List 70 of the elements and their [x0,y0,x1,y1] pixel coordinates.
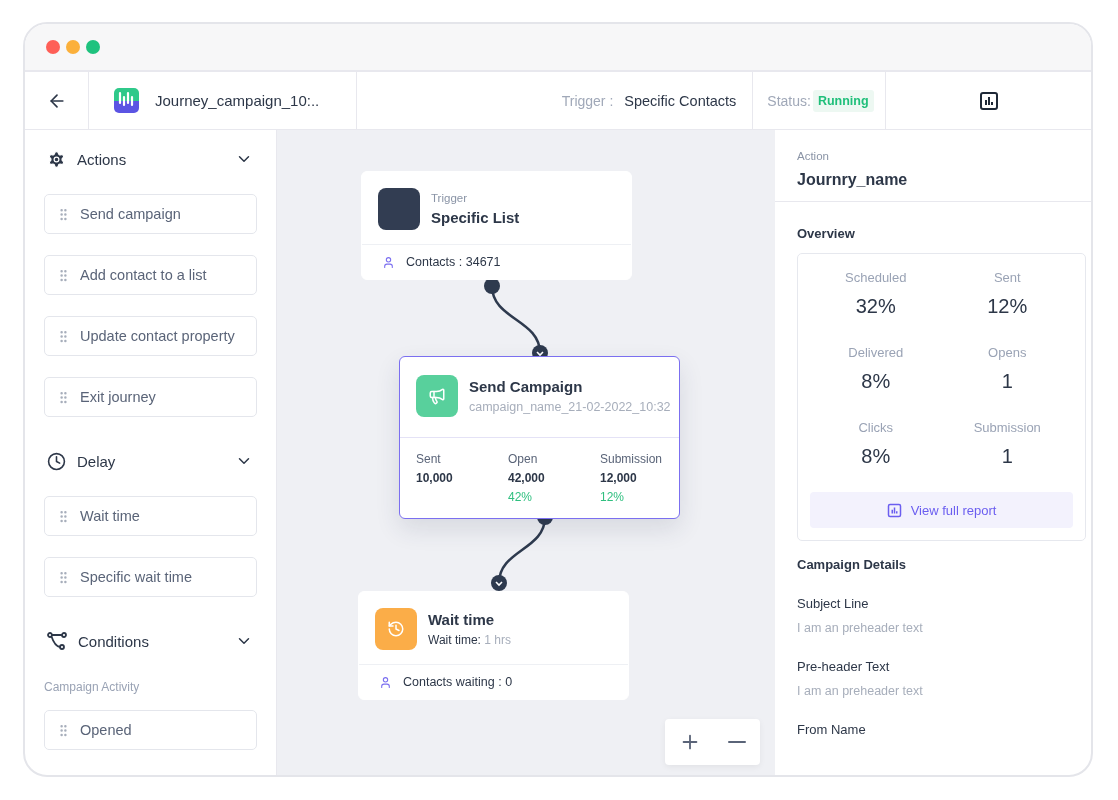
stat-value: 10,000 [416,471,453,485]
overview-heading: Overview [797,226,855,241]
campaign-name: campaign_name_21-02-2022_10:32 [469,400,671,414]
node-title: Send Campaign [469,378,583,395]
metric-value: 8% [861,445,891,468]
stat-rate: 42% [508,490,533,504]
draggable-item[interactable]: Wait time [44,496,257,536]
bar-chart-icon [886,502,902,518]
wait-time-node[interactable]: Wait time Wait time: 1 hrs Contacts waiting : 0 [358,591,629,700]
contacts-count: Contacts : 34671 [406,255,501,269]
history-icon [375,608,417,650]
status-badge: Running [812,89,874,112]
draggable-item[interactable]: Add contact to a list [44,255,257,295]
view-report-button[interactable]: View full report [810,492,1073,528]
minus-icon [728,741,747,743]
trigger-icon [378,188,420,230]
draggable-item[interactable]: Specific wait time [44,557,257,597]
panel-title: Journry_name [797,171,908,189]
journey-title: Journey_campaign_10:.. [155,92,320,109]
stat-value: 12,000 [600,471,637,485]
status-label: Status: [767,92,811,109]
trigger-value: Specific Contacts [624,92,737,109]
node-title: Specific List [431,209,520,226]
settings-icon [47,149,66,169]
panel-label: Action [797,150,829,162]
field-label: Subject Line [797,596,869,611]
metric-label: Submission [973,420,1041,435]
stat-label: Open [508,452,538,466]
metric-value: 1 [1001,370,1013,393]
section-header[interactable]: Actions [44,136,257,182]
metric-label: Scheduled [845,270,907,285]
field-label: From Name [797,722,866,737]
contacts-waiting: Contacts waiting : 0 [403,675,513,689]
user-icon [379,675,392,689]
app-logo [114,88,139,113]
stat-label: Submission [600,452,663,466]
clock-icon [47,451,66,471]
stat-rate: 12% [600,490,625,504]
section-header[interactable]: Delay [44,438,257,484]
details-heading: Campaign Details [797,557,907,572]
draggable-item[interactable]: Update contact property [44,316,257,356]
draggable-item[interactable]: Opened [44,710,257,750]
wait-duration: Wait time: 1 hrs [428,633,511,647]
metric-value: 8% [861,370,891,393]
branch-icon [47,632,67,650]
metric-value: 12% [987,295,1028,318]
draggable-item[interactable]: Exit journey [44,377,257,417]
section-header[interactable]: Conditions [44,618,257,664]
trigger-label: Trigger : [561,92,614,109]
node-title: Wait time [428,611,495,628]
close-dot[interactable] [46,40,60,54]
subheading: Campaign Activity [44,680,140,694]
stat-value: 42,000 [508,471,545,485]
trigger-node[interactable]: Trigger Specific List Contacts : 34671 [361,171,632,280]
metric-label: Delivered [848,345,904,360]
metric-label: Sent [993,270,1021,285]
send-campaign-node[interactable]: Send Campaign campaign_name_21-02-2022_10:32 Sent 10,000 Open 42,000 42% Submission 12,000 12% [399,356,680,519]
draggable-item[interactable]: Send campaign [44,194,257,234]
metric-value: 32% [855,295,896,318]
node-label: Trigger [431,192,467,204]
metric-label: Clicks [858,420,894,435]
megaphone-icon [416,375,458,417]
minimize-dot[interactable] [66,40,80,54]
stat-label: Sent [416,452,441,466]
user-icon [382,255,395,269]
maximize-dot[interactable] [86,40,100,54]
metric-value: 1 [1001,445,1013,468]
metric-label: Opens [988,345,1027,360]
bar-chart-icon [978,90,999,111]
field-label: Pre-header Text [797,659,890,674]
